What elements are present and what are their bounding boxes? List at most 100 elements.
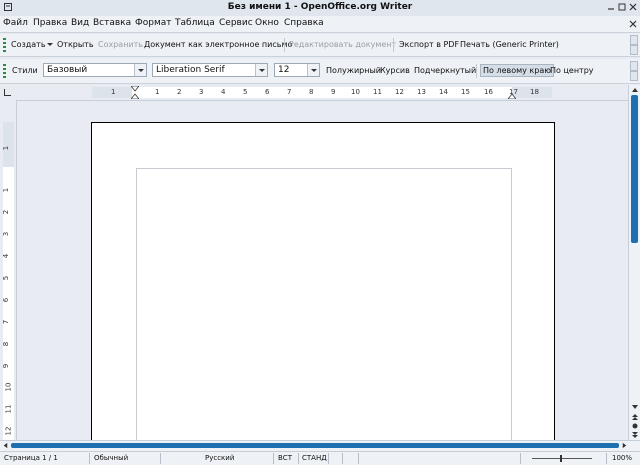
ruler-strip [3,122,14,440]
ruler-number: 9 [331,88,336,96]
ruler-number: 11 [4,404,13,414]
maximize-icon[interactable] [618,3,626,11]
ruler-number: 2 [177,88,182,96]
zoom-slider-track[interactable] [532,458,592,459]
menu-view[interactable]: Вид [71,18,89,28]
ruler-number: 3 [2,231,11,237]
formatting-toolbar: Стили Базовый Liberation Serif 12 Полужи… [0,59,640,84]
status-divider [89,453,90,464]
ruler-number: 5 [243,88,248,96]
document-page[interactable] [91,122,555,440]
horizontal-ruler[interactable]: 1 1 2 3 4 5 6 7 8 9 10 11 12 13 14 15 16… [0,85,628,101]
italic-button[interactable]: Курсив [380,66,410,75]
bold-button[interactable]: Полужирный [326,66,381,75]
toolbar-scroll-down-button[interactable] [630,71,638,81]
standard-toolbar: Создать Открыть Сохранить Документ как э… [0,34,640,57]
ruler-number: 13 [417,88,426,96]
next-page-icon[interactable] [631,431,639,439]
ruler-number: 10 [4,382,13,392]
status-divider [328,453,329,464]
underline-button[interactable]: Подчеркнутый [414,66,476,75]
language-indicator[interactable]: Русский [205,454,234,462]
font-size-combo[interactable]: 12 [274,63,320,77]
tab-type-selector[interactable] [4,89,11,96]
export-pdf-button[interactable]: Экспорт в PDF [399,40,459,49]
toolbar-separator [284,38,285,52]
scroll-up-icon[interactable] [631,86,639,94]
title-bar: Без имени 1 - OpenOffice.org Writer [0,0,640,17]
ruler-number: 3 [199,88,204,96]
vertical-scrollbar[interactable] [628,85,640,440]
insert-mode-indicator[interactable]: ВСТ [278,454,292,462]
styles-button[interactable]: Стили [12,66,38,75]
status-divider [606,453,607,464]
menu-table[interactable]: Таблица [175,18,215,28]
ruler-number: 11 [373,88,382,96]
align-left-button[interactable]: По левому краю [480,64,554,77]
align-center-button[interactable]: По центру [550,66,594,75]
toolbar-grip[interactable] [3,64,6,78]
close-document-icon[interactable] [629,20,637,28]
close-icon[interactable] [629,3,637,11]
zoom-level[interactable]: 100% [612,454,632,462]
ruler-number: 14 [439,88,448,96]
selection-mode-indicator[interactable]: СТАНД [302,454,327,462]
document-workspace[interactable] [17,101,628,440]
status-divider [160,453,161,464]
horizontal-scroll-thumb[interactable] [11,443,619,448]
vertical-ruler[interactable]: 1 1 2 3 4 5 6 7 8 9 10 11 12 [0,100,17,440]
toolbar-scroll-up-button[interactable] [630,61,638,71]
scroll-left-icon[interactable] [2,442,9,449]
chevron-down-icon[interactable] [134,64,146,76]
paragraph-style-combo[interactable]: Базовый [43,63,147,77]
font-name-combo[interactable]: Liberation Serif [152,63,268,77]
status-divider [358,453,359,464]
navigator-icon[interactable] [631,422,639,430]
scroll-right-icon[interactable] [621,442,628,449]
indent-marker-icon[interactable] [131,86,139,99]
status-divider [520,453,521,464]
save-button[interactable]: Сохранить [98,40,143,49]
ruler-number: 6 [265,88,270,96]
menu-tools[interactable]: Сервис [219,18,253,28]
chevron-down-icon[interactable] [307,64,319,76]
ruler-strip [92,87,552,98]
menu-file[interactable]: Файл [3,18,28,28]
menu-format[interactable]: Формат [135,18,172,28]
ruler-number: 8 [309,88,314,96]
new-dropdown-icon[interactable] [47,43,53,47]
previous-page-icon[interactable] [631,413,639,421]
minimize-icon[interactable] [607,3,615,11]
ruler-number: 15 [461,88,470,96]
menu-insert[interactable]: Вставка [93,18,131,28]
chevron-down-icon[interactable] [255,64,267,76]
ruler-number: 9 [2,363,11,369]
ruler-number: 18 [530,88,539,96]
email-document-button[interactable]: Документ как электронное письмо [144,40,292,49]
zoom-slider-handle[interactable] [560,455,562,462]
window-title: Без имени 1 - OpenOffice.org Writer [227,2,413,12]
menu-help[interactable]: Справка [284,18,324,28]
font-name-value: Liberation Serif [156,65,225,75]
ruler-number: 16 [484,88,493,96]
status-bar: Страница 1 / 1 Обычный Русский ВСТ СТАНД… [0,451,640,465]
open-button[interactable]: Открыть [57,40,94,49]
menu-window[interactable]: Окно [255,18,279,28]
toolbar-scroll-up-button[interactable] [630,35,638,45]
page-indicator[interactable]: Страница 1 / 1 [4,454,58,462]
new-button[interactable]: Создать [11,40,46,49]
toolbar-grip[interactable] [3,38,6,52]
toolbar-scroll-down-button[interactable] [630,45,638,55]
font-size-value: 12 [278,65,290,75]
menu-edit[interactable]: Правка [33,18,67,28]
print-button[interactable]: Печать (Generic Printer) [460,40,559,49]
text-boundary[interactable] [136,168,512,440]
vertical-scroll-thumb[interactable] [631,95,638,243]
ruler-number: 17 [509,88,518,96]
horizontal-scrollbar[interactable] [0,440,640,451]
toolbar-separator [476,64,477,78]
ruler-top-margin [3,122,14,167]
page-style-indicator[interactable]: Обычный [94,454,128,462]
edit-document-button[interactable]: Редактировать документ [289,40,396,49]
scroll-down-icon[interactable] [631,403,639,411]
